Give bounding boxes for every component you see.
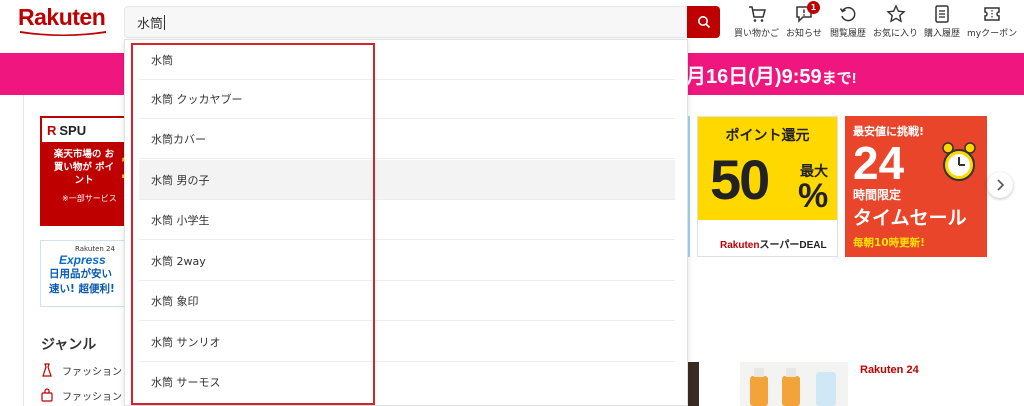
suggestion-item[interactable]: 水筒 サーモス	[139, 362, 675, 402]
rakuten-logo[interactable]: Rakuten	[18, 4, 110, 36]
search-button[interactable]	[687, 6, 720, 38]
point-banner-top: ポイント還元 50 最大 %	[698, 117, 837, 220]
suggestion-item[interactable]: 水筒 サンリオ	[139, 322, 675, 362]
deal-brand: Rakuten	[720, 240, 760, 251]
suggestion-item[interactable]: 水筒 男の子	[139, 160, 675, 200]
coupon-icon	[984, 7, 1000, 21]
nav-label: 購入履歴	[924, 29, 961, 39]
genre-item-fashion[interactable]: ファッション	[40, 361, 122, 379]
campaign-date: 月16日(	[686, 66, 755, 88]
bag-icon	[41, 388, 53, 402]
timesale-line2: 時間限定	[853, 188, 902, 202]
timesale-number: 24	[853, 137, 905, 189]
dress-icon	[42, 363, 52, 377]
express-brand: Rakuten 24	[75, 245, 115, 253]
express-line1: 日用品が安い	[49, 268, 112, 280]
nav-label: 買い物かご	[734, 29, 780, 39]
spu-header: R SPU	[40, 116, 130, 142]
suggestion-item[interactable]: 水筒 象印	[139, 281, 675, 321]
point-percent: %	[798, 177, 829, 215]
page-divider	[23, 95, 24, 406]
product-thumbnail[interactable]	[740, 362, 848, 406]
site-header: Rakuten 水筒 買い物かご 1 お知らせ 閲覧履歴 お気に入り 購入履歴	[0, 0, 1024, 44]
search-input[interactable]: 水筒	[124, 6, 687, 38]
nav-my-coupon[interactable]: myクーポン	[967, 4, 1017, 40]
nav-purchase-history[interactable]: 購入履歴	[924, 4, 960, 40]
text-caret	[164, 14, 166, 30]
time-sale-banner[interactable]: 最安値に挑戦! 24 時間限定 タイムセール 毎朝10時更新!	[845, 116, 987, 257]
point-return-banner[interactable]: ポイント還元 50 最大 % RakutenスーパーDEAL	[697, 116, 838, 257]
genre-item-label: ファッション	[62, 391, 122, 403]
suggestion-item[interactable]: 水筒 クッカヤブー	[139, 79, 675, 119]
nav-label: myクーポン	[967, 29, 1018, 39]
deal-text: スーパーDEAL	[759, 240, 827, 251]
chevron-right-icon	[997, 179, 1005, 191]
express-title: Express	[59, 253, 106, 267]
carousel-next-button[interactable]	[987, 172, 1013, 198]
suggestion-item[interactable]: 水筒 2way	[139, 241, 675, 281]
genre-heading: ジャンル	[41, 337, 97, 353]
history-icon	[839, 6, 856, 22]
logo-swoosh-icon	[20, 31, 106, 36]
search-icon	[697, 16, 710, 29]
timesale-line3: タイムセール	[853, 207, 967, 229]
nav-label: お知らせ	[786, 29, 822, 39]
nav-favorites[interactable]: お気に入り	[873, 4, 918, 40]
logo-text: Rakuten	[18, 4, 106, 30]
receipt-icon	[935, 5, 949, 23]
genre-item-label: ファッション	[62, 366, 122, 378]
spu-text: 楽天市場の お買い物が ポイント	[53, 149, 115, 186]
suggestion-item[interactable]: 水筒 小学生	[139, 200, 675, 240]
spu-banner[interactable]: R SPU 楽天市場の お買い物が ポイント ※一部サービス 1	[40, 116, 130, 226]
campaign-weekday: 月	[754, 66, 775, 88]
suggestion-item[interactable]: 水筒カバー	[139, 119, 675, 159]
alarm-clock-icon	[942, 142, 976, 181]
express-banner[interactable]: Rakuten 24 Express 日用品が安い 速い! 超便利!	[40, 240, 130, 307]
cart-icon	[748, 6, 766, 22]
notification-badge: 1	[806, 1, 820, 14]
search-input-value: 水筒	[137, 16, 164, 32]
campaign-suffix: まで!	[821, 70, 857, 87]
rakuten24-label: Rakuten 24	[860, 364, 919, 376]
point-title: ポイント還元	[725, 128, 810, 144]
suggestion-item[interactable]: 水筒	[139, 40, 675, 80]
spu-note: ※一部サービス	[62, 194, 117, 203]
rakuten-r-icon: R	[47, 122, 57, 138]
bottles-image	[750, 368, 836, 406]
nav-notifications[interactable]: 1 お知らせ	[786, 1, 822, 40]
point-number: 50	[710, 148, 770, 211]
campaign-time: )9:59	[774, 66, 822, 88]
product-thumbnail[interactable]: Rakuten 24	[860, 362, 960, 406]
search-suggestion-dropdown: 水筒 水筒 クッカヤブー 水筒カバー 水筒 男の子 水筒 小学生 水筒 2way…	[124, 39, 688, 406]
campaign-deadline-text: 月16日(月)9:59まで!	[686, 60, 857, 89]
express-line2: 速い! 超便利!	[49, 283, 115, 295]
star-icon	[885, 4, 906, 23]
genre-item-fashion-bags[interactable]: ファッション	[40, 386, 122, 404]
nav-cart[interactable]: 買い物かご	[734, 4, 779, 40]
nav-label: 閲覧履歴	[830, 29, 867, 39]
nav-label: お気に入り	[873, 29, 919, 39]
super-deal-label: RakutenスーパーDEAL	[720, 236, 827, 251]
spu-head-text: SPU	[59, 122, 87, 138]
notification-icon-wrap: 1	[794, 1, 820, 24]
product-thumbnail[interactable]	[687, 362, 699, 406]
nav-history[interactable]: 閲覧履歴	[830, 4, 866, 40]
timesale-line4: 毎朝10時更新!	[853, 237, 925, 249]
